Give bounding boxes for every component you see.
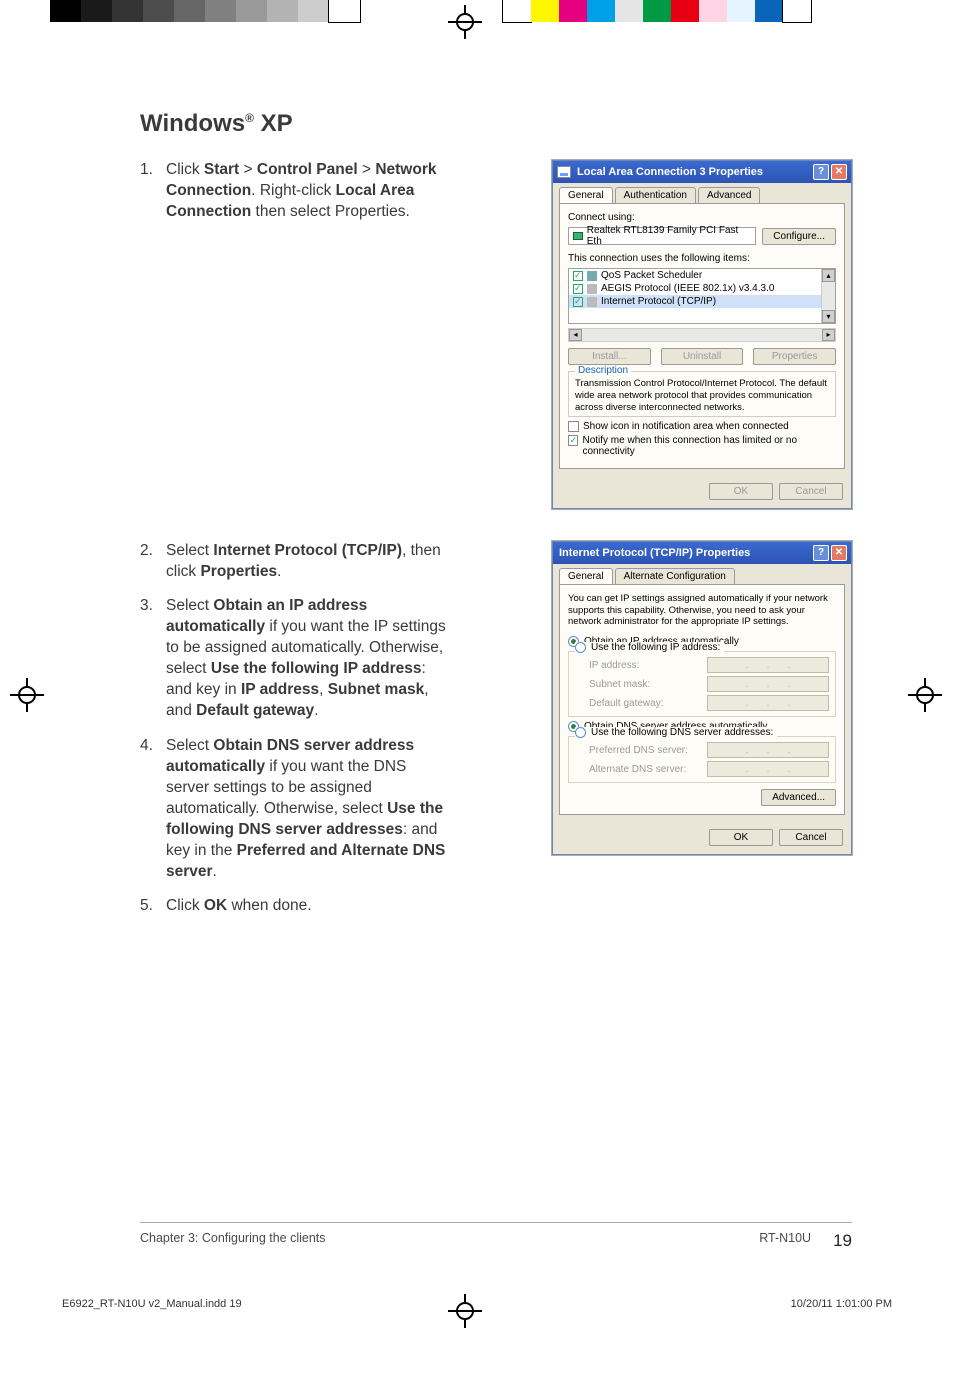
tab-advanced[interactable]: Advanced [698, 187, 760, 203]
protocol-icon [587, 284, 597, 294]
dialog-title: Internet Protocol (TCP/IP) Properties [557, 547, 811, 559]
network-icon [557, 166, 571, 178]
properties-button[interactable]: Properties [753, 348, 836, 365]
help-button[interactable]: ? [813, 164, 829, 180]
step-2: 2. Select Internet Protocol (TCP/IP), th… [140, 541, 448, 583]
subnet-mask-field: Subnet mask: ... [589, 676, 829, 692]
notify-checkbox[interactable]: ✓ Notify me when this connection has lim… [568, 435, 836, 457]
step-body: Select Internet Protocol (TCP/IP), then … [166, 541, 448, 583]
step-4: 4. Select Obtain DNS server address auto… [140, 736, 448, 882]
list-item[interactable]: AEGIS Protocol (IEEE 802.1x) v3.4.3.0 [569, 282, 835, 295]
registration-mark-icon [10, 678, 44, 712]
items-label: This connection uses the following items… [568, 253, 836, 264]
dialog-titlebar: Internet Protocol (TCP/IP) Properties ? … [553, 542, 851, 564]
ok-button[interactable]: OK [709, 829, 773, 846]
tab-alt-config[interactable]: Alternate Configuration [615, 568, 735, 584]
advanced-button[interactable]: Advanced... [761, 789, 836, 806]
step-number: 4. [140, 736, 166, 882]
page-content: Windows® XP 1. Click Start > Control Pan… [140, 110, 852, 963]
description-text: Transmission Control Protocol/Internet P… [575, 378, 829, 414]
checkbox-icon[interactable] [568, 421, 579, 432]
checkbox-icon[interactable] [573, 297, 583, 307]
timestamp: 10/20/11 1:01:00 PM [791, 1298, 892, 1310]
help-button[interactable]: ? [813, 545, 829, 561]
items-listbox[interactable]: QoS Packet Scheduler AEGIS Protocol (IEE… [568, 268, 836, 324]
cancel-button[interactable]: Cancel [779, 829, 843, 846]
step-body: Select Obtain DNS server address automat… [166, 736, 448, 882]
alternate-dns-field: Alternate DNS server: ... [589, 761, 829, 777]
close-button[interactable]: ✕ [831, 164, 847, 180]
protocol-icon [587, 297, 597, 307]
description-label: Description [575, 365, 631, 376]
step-body: Click Start > Control Panel > Network Co… [166, 160, 448, 223]
cancel-button[interactable]: Cancel [779, 483, 843, 500]
nic-name: Realtek RTL8139 Family PCI Fast Eth [587, 225, 752, 247]
dialog-tabs: General Alternate Configuration [553, 564, 851, 584]
service-icon [587, 271, 597, 281]
radio-icon[interactable] [575, 642, 586, 653]
intro-text: You can get IP settings assigned automat… [568, 593, 836, 629]
h-scrollbar[interactable]: ◂ ▸ [568, 328, 836, 342]
step-5: 5. Click OK when done. [140, 896, 448, 917]
scroll-right-icon[interactable]: ▸ [822, 329, 835, 341]
tab-authentication[interactable]: Authentication [615, 187, 696, 203]
use-following-ip-radio[interactable]: Use the following IP address: [575, 642, 724, 653]
section-heading: Windows® XP [140, 110, 852, 138]
tab-general[interactable]: General [559, 187, 613, 203]
dialog-title: Local Area Connection 3 Properties [575, 166, 811, 178]
model-label: RT-N10U [759, 1231, 811, 1251]
heading-text: XP [254, 110, 293, 137]
list-item[interactable]: QoS Packet Scheduler [569, 269, 835, 282]
registration-mark-icon [908, 678, 942, 712]
close-button[interactable]: ✕ [831, 545, 847, 561]
scroll-up-icon[interactable]: ▴ [822, 269, 835, 282]
nic-field[interactable]: Realtek RTL8139 Family PCI Fast Eth [568, 227, 756, 245]
chapter-label: Chapter 3: Configuring the clients [140, 1231, 759, 1251]
registration-mark-icon [448, 5, 482, 39]
step-number: 5. [140, 896, 166, 917]
preferred-dns-field: Preferred DNS server: ... [589, 742, 829, 758]
ip-address-field: IP address: ... [589, 657, 829, 673]
install-button[interactable]: Install... [568, 348, 651, 365]
checkbox-icon[interactable] [573, 271, 583, 281]
default-gateway-field: Default gateway: ... [589, 695, 829, 711]
step-number: 1. [140, 160, 166, 223]
configure-button[interactable]: Configure... [762, 228, 836, 245]
heading-text: Windows [140, 110, 245, 137]
step-number: 3. [140, 596, 166, 722]
step-body: Select Obtain an IP address automaticall… [166, 596, 448, 722]
lan-properties-dialog: Local Area Connection 3 Properties ? ✕ G… [552, 160, 852, 509]
ok-button[interactable]: OK [709, 483, 773, 500]
step-number: 2. [140, 541, 166, 583]
step-3: 3. Select Obtain an IP address automatic… [140, 596, 448, 722]
page-number: 19 [833, 1231, 852, 1251]
tab-general[interactable]: General [559, 568, 613, 584]
page-footer: Chapter 3: Configuring the clients RT-N1… [140, 1222, 852, 1251]
scrollbar[interactable]: ▴ ▾ [821, 269, 835, 323]
show-icon-checkbox[interactable]: Show icon in notification area when conn… [568, 421, 836, 432]
step-body: Click OK when done. [166, 896, 448, 917]
registered-mark: ® [245, 111, 254, 125]
checkbox-icon[interactable]: ✓ [568, 435, 578, 446]
use-following-dns-radio[interactable]: Use the following DNS server addresses: [575, 727, 777, 738]
list-item[interactable]: Internet Protocol (TCP/IP) [569, 295, 835, 308]
dialog-titlebar: Local Area Connection 3 Properties ? ✕ [553, 161, 851, 183]
dialog-tabs: General Authentication Advanced [553, 183, 851, 203]
uninstall-button[interactable]: Uninstall [661, 348, 744, 365]
registration-grayscale [50, 0, 360, 22]
imposition-footer: E6922_RT-N10U v2_Manual.indd 19 10/20/11… [62, 1298, 892, 1310]
nic-icon [573, 232, 583, 240]
description-group: Description Transmission Control Protoco… [568, 371, 836, 417]
step-1: 1. Click Start > Control Panel > Network… [140, 160, 448, 223]
registration-color [503, 0, 863, 22]
tcpip-properties-dialog: Internet Protocol (TCP/IP) Properties ? … [552, 541, 852, 856]
scroll-left-icon[interactable]: ◂ [569, 329, 582, 341]
checkbox-icon[interactable] [573, 284, 583, 294]
connect-using-label: Connect using: [568, 212, 836, 223]
radio-icon[interactable] [575, 727, 586, 738]
indd-filename: E6922_RT-N10U v2_Manual.indd 19 [62, 1298, 242, 1310]
scroll-down-icon[interactable]: ▾ [822, 310, 835, 323]
